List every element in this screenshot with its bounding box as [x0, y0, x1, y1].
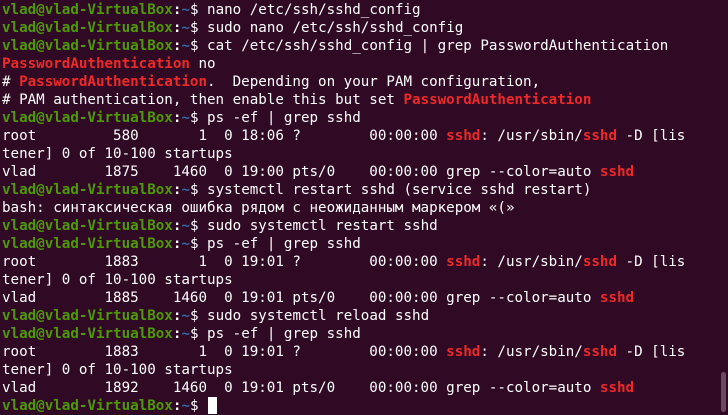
output-text: : /usr/sbin/ — [480, 254, 583, 270]
grep-match-text: sshd — [446, 344, 481, 360]
output-text: root 1883 1 0 19:01 ? 00:00:00 — [2, 254, 447, 270]
prompt-user-host: vlad@vlad-VirtualBox — [2, 218, 173, 234]
grep-match-text: sshd — [599, 380, 635, 396]
output-line: # PAM authentication, then enable this b… — [2, 91, 718, 109]
output-line: tener] 0 of 10-100 startups — [2, 271, 718, 289]
output-line: root 1883 1 0 19:01 ? 00:00:00 sshd: /us… — [2, 343, 718, 361]
prompt-user-host: vlad@vlad-VirtualBox — [2, 308, 173, 324]
output-text: root 580 1 0 18:06 ? 00:00:00 — [2, 128, 447, 144]
output-text: tener] 0 of 10-100 startups — [2, 146, 233, 162]
output-line: root 1883 1 0 19:01 ? 00:00:00 sshd: /us… — [2, 253, 718, 271]
prompt-line: vlad@vlad-VirtualBox:~$ cat /etc/ssh/ssh… — [2, 37, 718, 55]
prompt-line: vlad@vlad-VirtualBox:~$ ps -ef | grep ss… — [2, 109, 718, 127]
prompt-line: vlad@vlad-VirtualBox:~$ nano /etc/ssh/ss… — [2, 1, 718, 19]
grep-match-text: sshd — [582, 128, 618, 144]
grep-match-text: PasswordAuthentication — [403, 92, 592, 108]
command-text: cat /etc/ssh/sshd_config | grep Password… — [198, 38, 669, 54]
output-text: vlad 1885 1460 0 19:01 pts/0 00:00:00 gr… — [2, 290, 600, 306]
output-text: -D [lis — [617, 344, 686, 360]
output-line: # PasswordAuthentication. Depending on y… — [2, 73, 718, 91]
grep-match-text: sshd — [446, 128, 481, 144]
prompt-path: ~ — [181, 326, 190, 342]
prompt-path: ~ — [181, 110, 190, 126]
prompt-user-host: vlad@vlad-VirtualBox — [2, 20, 173, 36]
prompt-path: ~ — [181, 308, 190, 324]
output-text: tener] 0 of 10-100 startups — [2, 362, 233, 378]
output-text: # — [2, 74, 20, 90]
output-line: root 580 1 0 18:06 ? 00:00:00 sshd: /usr… — [2, 127, 718, 145]
output-line: PasswordAuthentication no — [2, 55, 718, 73]
grep-match-text: sshd — [582, 344, 618, 360]
command-text: ps -ef | grep sshd — [198, 110, 361, 126]
grep-match-text: sshd — [582, 254, 618, 270]
output-text: : /usr/sbin/ — [480, 128, 583, 144]
prompt-path: ~ — [181, 236, 190, 252]
prompt-user-host: vlad@vlad-VirtualBox — [2, 236, 173, 252]
output-text: no — [189, 56, 216, 72]
prompt-line: vlad@vlad-VirtualBox:~$ — [2, 397, 718, 415]
prompt-line: vlad@vlad-VirtualBox:~$ ps -ef | grep ss… — [2, 325, 718, 343]
output-line: vlad 1885 1460 0 19:01 pts/0 00:00:00 gr… — [2, 289, 718, 307]
prompt-user-host: vlad@vlad-VirtualBox — [2, 326, 173, 342]
output-text: -D [lis — [617, 254, 686, 270]
prompt-line: vlad@vlad-VirtualBox:~$ sudo systemctl r… — [2, 217, 718, 235]
terminal-window[interactable]: vlad@vlad-VirtualBox:~$ nano /etc/ssh/ss… — [0, 0, 718, 415]
scrollbar-thumb[interactable] — [721, 372, 726, 412]
prompt-user-host: vlad@vlad-VirtualBox — [2, 38, 173, 54]
command-text: sudo systemctl restart sshd — [198, 218, 438, 234]
output-line: bash: синтаксическая ошибка рядом с неож… — [2, 199, 718, 217]
output-text: . Depending on your PAM configuration, — [207, 74, 541, 90]
prompt-user-host: vlad@vlad-VirtualBox — [2, 398, 173, 414]
output-line: vlad 1892 1460 0 19:01 pts/0 00:00:00 gr… — [2, 379, 718, 397]
prompt-line: vlad@vlad-VirtualBox:~$ ps -ef | grep ss… — [2, 235, 718, 253]
prompt-user-host: vlad@vlad-VirtualBox — [2, 2, 173, 18]
prompt-path: ~ — [181, 398, 190, 414]
command-text: ps -ef | grep sshd — [198, 326, 361, 342]
output-line: vlad 1875 1460 0 19:00 pts/0 00:00:00 gr… — [2, 163, 718, 181]
grep-match-text: PasswordAuthentication — [19, 74, 208, 90]
text-cursor[interactable] — [208, 397, 218, 414]
output-text: root 1883 1 0 19:01 ? 00:00:00 — [2, 344, 447, 360]
output-text: vlad 1892 1460 0 19:01 pts/0 00:00:00 gr… — [2, 380, 600, 396]
command-text — [198, 398, 207, 414]
output-text: vlad 1875 1460 0 19:00 pts/0 00:00:00 gr… — [2, 164, 600, 180]
terminal-scrollbar[interactable] — [718, 0, 728, 415]
prompt-path: ~ — [181, 38, 190, 54]
output-text: tener] 0 of 10-100 startups — [2, 272, 233, 288]
command-text: sudo systemctl reload sshd — [198, 308, 430, 324]
prompt-path: ~ — [181, 218, 190, 234]
grep-match-text: sshd — [599, 164, 635, 180]
prompt-line: vlad@vlad-VirtualBox:~$ sudo systemctl r… — [2, 307, 718, 325]
output-text: -D [lis — [617, 128, 686, 144]
command-text: systemctl restart sshd (service sshd res… — [198, 182, 592, 198]
command-text: ps -ef | grep sshd — [198, 236, 361, 252]
prompt-path: ~ — [181, 20, 190, 36]
prompt-line: vlad@vlad-VirtualBox:~$ systemctl restar… — [2, 181, 718, 199]
command-text: nano /etc/ssh/sshd_config — [198, 2, 421, 18]
output-text: # PAM authentication, then enable this b… — [2, 92, 404, 108]
output-text: : /usr/sbin/ — [480, 344, 583, 360]
grep-match-text: PasswordAuthentication — [2, 56, 190, 72]
prompt-path: ~ — [181, 182, 190, 198]
grep-match-text: sshd — [599, 290, 635, 306]
prompt-line: vlad@vlad-VirtualBox:~$ sudo nano /etc/s… — [2, 19, 718, 37]
prompt-user-host: vlad@vlad-VirtualBox — [2, 182, 173, 198]
prompt-user-host: vlad@vlad-VirtualBox — [2, 110, 173, 126]
command-text: sudo nano /etc/ssh/sshd_config — [198, 20, 464, 36]
output-text: bash: синтаксическая ошибка рядом с неож… — [2, 200, 515, 216]
prompt-path: ~ — [181, 2, 190, 18]
grep-match-text: sshd — [446, 254, 481, 270]
output-line: tener] 0 of 10-100 startups — [2, 361, 718, 379]
output-line: tener] 0 of 10-100 startups — [2, 145, 718, 163]
